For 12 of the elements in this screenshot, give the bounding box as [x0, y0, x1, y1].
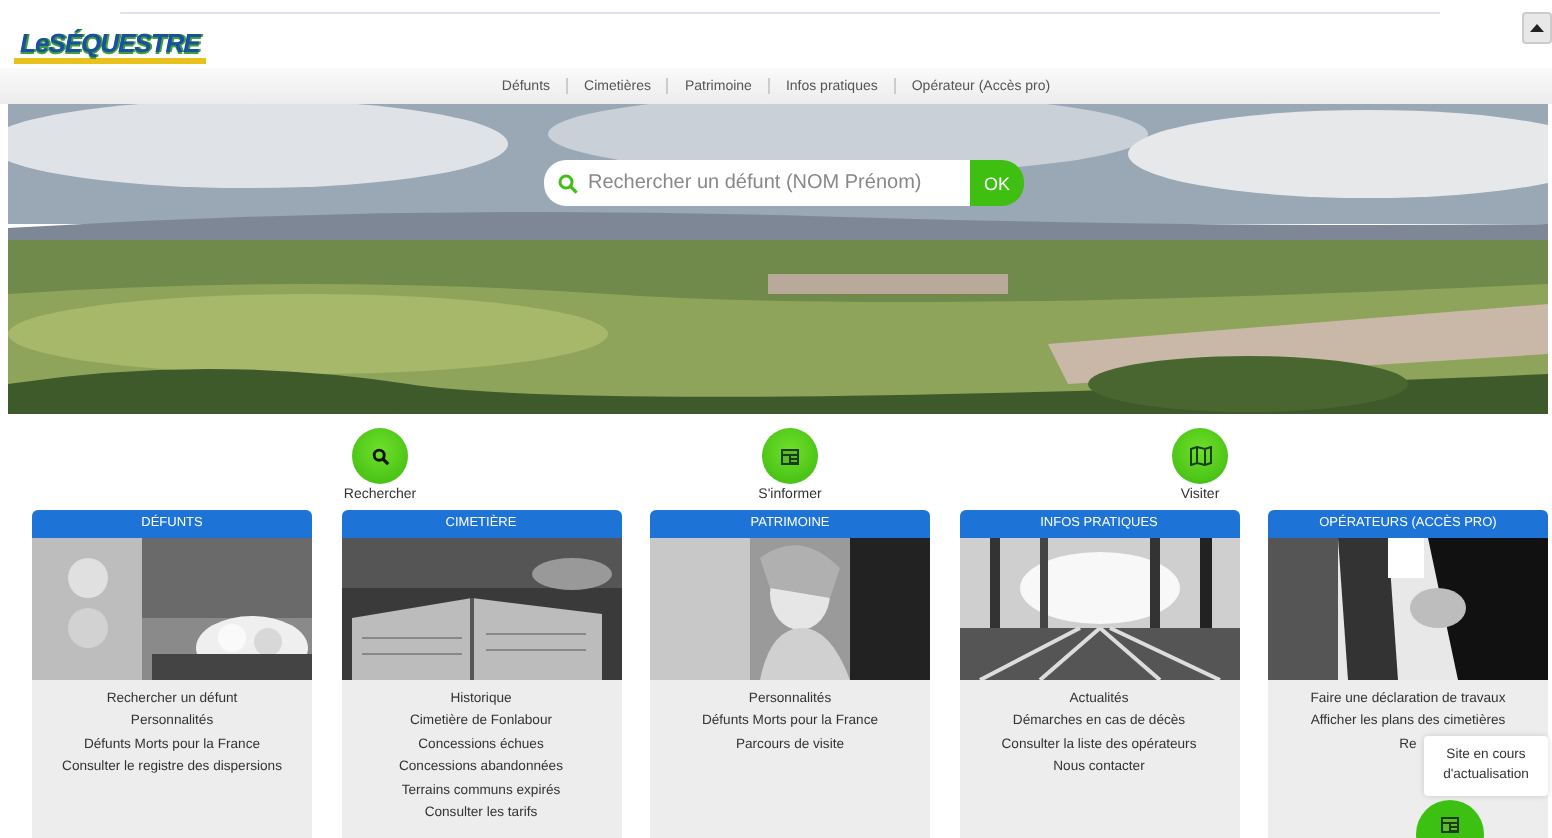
- newspaper-icon: [780, 447, 800, 465]
- newspaper-icon: [1440, 816, 1460, 834]
- logo[interactable]: LeSÉQUESTRE: [14, 26, 206, 64]
- search-icon: [558, 173, 578, 193]
- search-icon: [371, 447, 389, 465]
- scroll-up-button[interactable]: [1522, 12, 1552, 44]
- map-button[interactable]: [1172, 428, 1228, 484]
- search-button[interactable]: [352, 428, 408, 484]
- caret-icon: [1530, 24, 1544, 32]
- news-button[interactable]: [762, 428, 818, 484]
- search-field[interactable]: Rechercher un défunt (NOM Prénom): [544, 160, 970, 206]
- map-icon: [1189, 446, 1211, 466]
